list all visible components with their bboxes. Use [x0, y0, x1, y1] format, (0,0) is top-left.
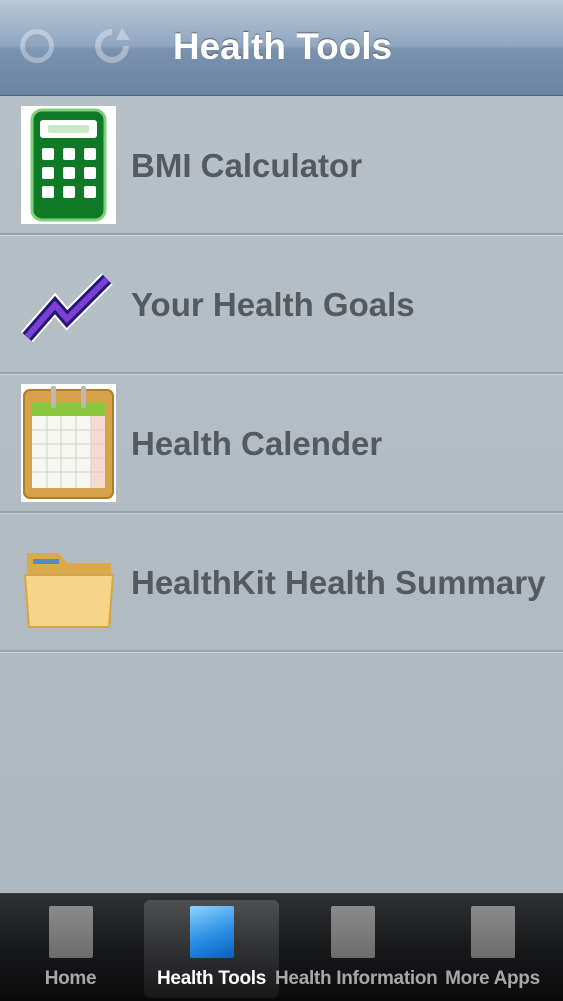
tab-more-apps[interactable]: More Apps: [425, 900, 560, 998]
tab-label: Health Information: [275, 968, 438, 989]
folder-icon: [23, 553, 115, 628]
trend-line-icon: [21, 273, 113, 343]
tab-bar: Home Health Tools Health Information Mor…: [0, 893, 563, 1001]
tab-home[interactable]: Home: [3, 900, 138, 998]
health-information-tab-icon: [330, 906, 375, 958]
home-tab-icon: [48, 906, 93, 958]
more-apps-tab-icon: [470, 906, 515, 958]
list-item-bmi-calculator[interactable]: BMI Calculator: [0, 96, 563, 235]
tab-label: Home: [44, 968, 97, 989]
tab-health-tools[interactable]: Health Tools: [144, 900, 279, 998]
list-item-label: Your Health Goals: [131, 286, 415, 323]
list-item-label: Health Calender: [131, 425, 383, 462]
tab-label: Health Tools: [157, 968, 266, 989]
list-item-health-goals[interactable]: Your Health Goals: [0, 235, 563, 374]
list-item-label: BMI Calculator: [131, 147, 363, 184]
tab-label: More Apps: [445, 968, 540, 989]
list-item-label: HealthKit Health Summary: [131, 564, 546, 601]
calendar-icon: [21, 384, 116, 502]
calculator-icon: [21, 106, 116, 224]
tab-health-information[interactable]: Health Information: [275, 900, 438, 998]
health-tools-tab-icon: [189, 906, 234, 958]
tools-list: BMI Calculator Your Health Goals Health …: [0, 96, 563, 652]
list-item-healthkit-summary[interactable]: HealthKit Health Summary: [0, 513, 563, 652]
page-title: Health Tools: [172, 26, 393, 67]
navigation-bar: Health Tools: [0, 0, 563, 96]
list-item-health-calender[interactable]: Health Calender: [0, 374, 563, 513]
